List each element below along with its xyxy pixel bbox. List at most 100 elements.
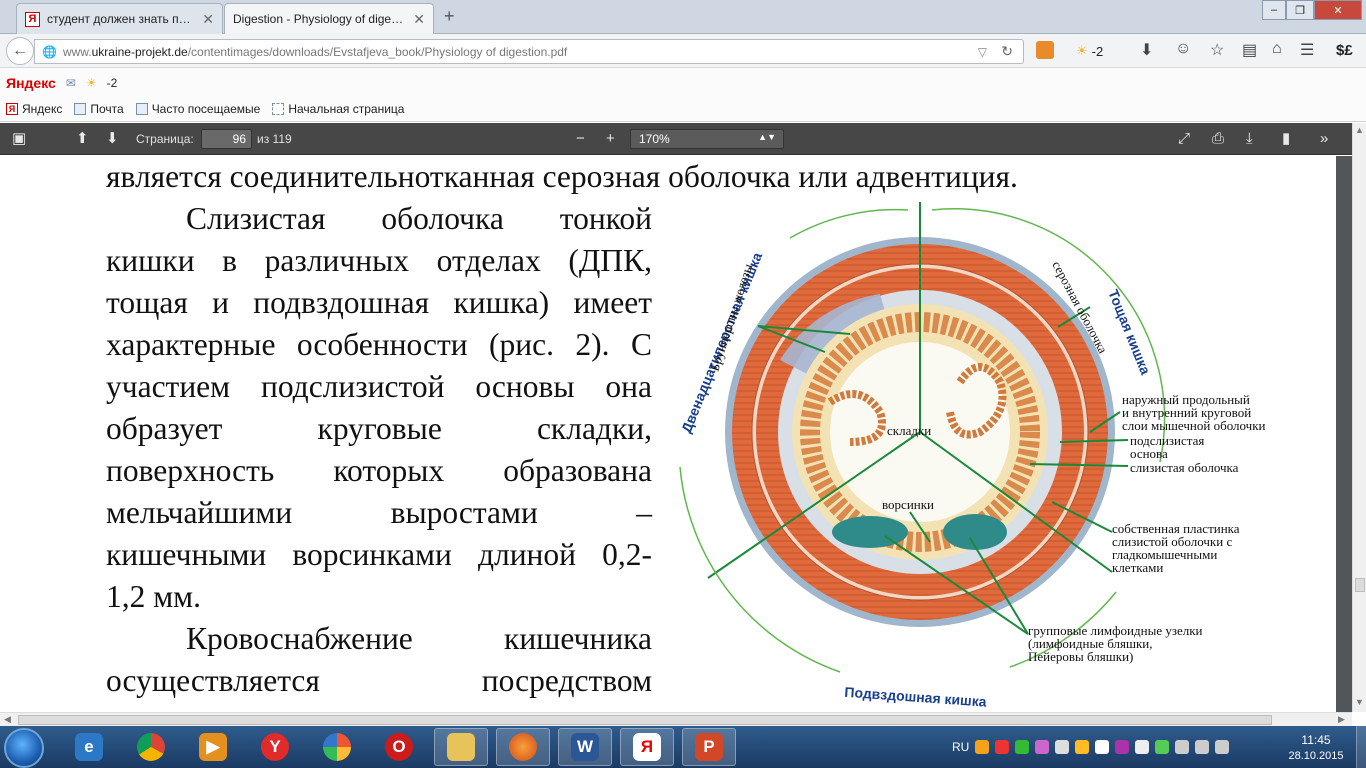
sidebar-toggle-icon[interactable]: ▣	[12, 131, 26, 147]
next-page-icon[interactable]: ⬇	[106, 131, 119, 147]
bookmark-icon[interactable]: ▮	[1282, 131, 1290, 147]
dropdown-icon[interactable]: ▽	[978, 45, 987, 59]
powerpoint-icon: P	[695, 733, 723, 761]
powerpoint-taskbar-button[interactable]: P	[682, 728, 736, 766]
scroll-right-icon[interactable]: ▶	[1338, 714, 1345, 725]
chrome-taskbar-button[interactable]	[124, 728, 178, 766]
text-line: Слизистая оболочка тонкой	[186, 201, 652, 236]
yandex-browser-taskbar-button[interactable]: Y	[248, 728, 302, 766]
new-tab-icon[interactable]: +	[444, 6, 455, 27]
zoom-select[interactable]: 170% ▲▼	[630, 129, 784, 149]
tray-app-icon[interactable]	[975, 740, 990, 754]
tray-app-icon[interactable]	[1015, 740, 1030, 754]
horizontal-scrollbar[interactable]: ◀ ▶	[0, 712, 1352, 726]
navigation-bar: ← 🌐 www.ukraine-projekt.de/contentimages…	[0, 34, 1366, 68]
currency-widget[interactable]: $£	[1336, 42, 1353, 59]
menu-icon[interactable]: ☰	[1300, 40, 1314, 60]
firefox-icon	[509, 733, 537, 761]
tray-app-icon[interactable]	[1035, 740, 1050, 754]
language-indicator[interactable]: RU	[952, 740, 969, 754]
text-line: тощая и подвздошная кишка) имеет	[106, 285, 652, 320]
minimize-icon[interactable]: –	[1262, 0, 1286, 20]
label-muscle-line: слои мышечной оболочки	[1122, 418, 1266, 433]
explorer-taskbar-button[interactable]	[434, 728, 488, 766]
scroll-left-icon[interactable]: ◀	[4, 714, 11, 725]
vertical-scroll-thumb[interactable]	[1355, 578, 1365, 592]
yandex-taskbar-button[interactable]: Я	[620, 728, 674, 766]
firefox-taskbar-button[interactable]	[496, 728, 550, 766]
address-bar[interactable]: 🌐 www.ukraine-projekt.de/contentimages/d…	[34, 39, 1024, 64]
word-taskbar-button[interactable]: W	[558, 728, 612, 766]
weather-icon[interactable]: ☀	[86, 76, 97, 90]
text-line: кишки в различных отделах (ДПК,	[106, 243, 652, 278]
signal-icon[interactable]	[1215, 740, 1230, 754]
home-icon[interactable]: ⌂	[1272, 40, 1282, 58]
bookmark-yandex[interactable]: Я Яндекс	[6, 102, 62, 116]
text-line: образует круговые складки,	[106, 411, 652, 446]
label-ileum: Подвздошная кишка	[844, 684, 987, 710]
ie-taskbar-button[interactable]: e	[62, 728, 116, 766]
horizontal-scroll-thumb[interactable]	[18, 715, 1272, 725]
bookmark-mail[interactable]: Почта	[74, 102, 124, 116]
bookmark-most-visited[interactable]: Часто посещаемые	[135, 102, 260, 116]
page-number-input[interactable]: 96	[201, 129, 252, 149]
picasa-taskbar-button[interactable]	[310, 728, 364, 766]
bookmarks-list-icon[interactable]: ▤	[1242, 40, 1257, 60]
network-icon[interactable]	[1055, 740, 1070, 754]
tray-app-icon[interactable]	[1155, 740, 1170, 754]
text-line: поверхность которых образована	[106, 453, 652, 488]
yandex-logo[interactable]: Яндекс	[6, 75, 56, 91]
yandex-bar: Яндекс ✉ ☀ -2	[0, 68, 1366, 97]
text-line: кишечными ворсинками длиной 0,2-	[106, 537, 652, 572]
close-tab-icon[interactable]: ✕	[413, 11, 425, 28]
chat-icon[interactable]: ☺	[1175, 40, 1191, 58]
print-icon[interactable]: ⎙	[1212, 131, 1224, 147]
text-line: осуществляется посредством	[106, 663, 652, 698]
media-taskbar-button[interactable]: ▶	[186, 728, 240, 766]
chrome-icon	[137, 733, 165, 761]
weather-widget[interactable]: ☀ -2	[1076, 43, 1103, 59]
update-icon[interactable]	[1075, 740, 1090, 754]
system-tray: RU	[952, 726, 1230, 768]
label-lamina-line: клетками	[1112, 560, 1163, 575]
reload-icon[interactable]: ↻	[1001, 43, 1013, 60]
start-button[interactable]	[4, 728, 44, 768]
pdf-viewer[interactable]: является соединительнотканная серозная о…	[0, 156, 1352, 712]
opera-taskbar-button[interactable]: O	[372, 728, 426, 766]
clock[interactable]: 11:45 28.10.2015	[1284, 732, 1348, 764]
save-icon[interactable]: ⤓	[1246, 131, 1253, 147]
bookmark-start-page[interactable]: Начальная страница	[272, 102, 404, 116]
yandex-addon-icon[interactable]	[1036, 41, 1054, 59]
label-mucosa: слизистая оболочка	[1130, 460, 1239, 475]
mail-icon[interactable]: ✉	[66, 76, 76, 90]
close-window-icon[interactable]: ✕	[1314, 0, 1362, 20]
text-line: мельчайшими выростами –	[106, 495, 652, 530]
back-icon[interactable]: ←	[6, 37, 34, 65]
fullscreen-icon[interactable]: ⤢	[1178, 131, 1190, 147]
maximize-icon[interactable]: ❐	[1286, 0, 1314, 20]
vertical-scrollbar[interactable]: ▲ ▼	[1352, 123, 1366, 712]
previous-page-icon[interactable]: ⬆	[76, 131, 89, 147]
tray-app-icon[interactable]	[1095, 740, 1110, 754]
tab-digestion-pdf[interactable]: Digestion - Physiology of diges... ✕	[224, 3, 434, 34]
bookmark-star-icon[interactable]: ☆	[1210, 40, 1224, 60]
url-text: www.ukraine-projekt.de/contentimages/dow…	[62, 44, 568, 59]
page-icon	[272, 103, 285, 115]
battery-icon[interactable]	[1195, 740, 1210, 754]
scroll-down-icon[interactable]: ▼	[1355, 697, 1364, 707]
internet-explorer-icon: e	[75, 733, 103, 761]
tray-app-icon[interactable]	[995, 740, 1010, 754]
tray-app-icon[interactable]	[1115, 740, 1130, 754]
flag-icon[interactable]	[1135, 740, 1150, 754]
download-icon[interactable]: ⬇	[1140, 40, 1153, 60]
show-desktop-button[interactable]	[1356, 726, 1366, 768]
close-tab-icon[interactable]: ✕	[202, 11, 214, 28]
tools-icon[interactable]: »	[1320, 131, 1328, 147]
volume-icon[interactable]	[1175, 740, 1190, 754]
tab-student[interactable]: Я студент должен знать при... ✕	[16, 3, 223, 34]
taskbar: e ▶ Y O W Я P RU 11:45 28.10.2015	[0, 726, 1366, 768]
segment-arc	[789, 208, 909, 239]
zoom-out-icon[interactable]: −	[576, 131, 585, 147]
scroll-up-icon[interactable]: ▲	[1355, 125, 1364, 135]
zoom-in-icon[interactable]: +	[606, 131, 615, 147]
